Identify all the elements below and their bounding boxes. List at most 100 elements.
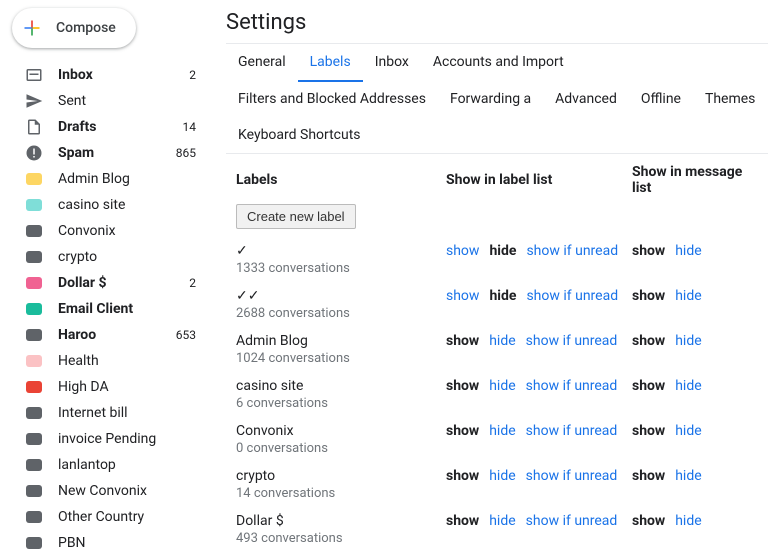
labels-panel: Labels Show in label list Show in messag…: [226, 156, 768, 551]
sidebar-label-item[interactable]: Haroo653: [8, 322, 208, 348]
tab-filters-and-blocked-addresses[interactable]: Filters and Blocked Addresses: [226, 81, 438, 117]
show-link[interactable]: show: [446, 288, 479, 321]
hide-link[interactable]: hide: [675, 423, 701, 456]
label-conversations: 1333 conversations: [236, 261, 446, 276]
hide-link[interactable]: hide: [489, 243, 516, 276]
show-link[interactable]: show: [446, 243, 479, 276]
sidebar-label-item[interactable]: Convonix: [8, 218, 208, 244]
sidebar-item-inbox[interactable]: Inbox2: [8, 62, 208, 88]
sidebar-label-item[interactable]: crypto: [8, 244, 208, 270]
hide-link[interactable]: hide: [675, 333, 701, 366]
labellist-actions: show hide show if unread: [446, 378, 632, 411]
hide-link[interactable]: hide: [489, 423, 515, 456]
show-if-unread-link[interactable]: show if unread: [526, 288, 618, 321]
tab-keyboard-shortcuts[interactable]: Keyboard Shortcuts: [226, 117, 373, 153]
sidebar-label-item[interactable]: invoice Pending: [8, 426, 208, 452]
compose-button[interactable]: Compose: [12, 8, 136, 48]
msglist-actions: show hide: [632, 513, 764, 546]
sidebar-label-item[interactable]: lanlantop: [8, 452, 208, 478]
sidebar-label-item[interactable]: High DA: [8, 374, 208, 400]
sidebar-label-item[interactable]: casino site: [8, 192, 208, 218]
show-link[interactable]: show: [632, 513, 665, 546]
show-if-unread-link[interactable]: show if unread: [526, 468, 618, 501]
label-conversations: 493 conversations: [236, 531, 446, 546]
labellist-actions: show hide show if unread: [446, 468, 632, 501]
sidebar-label-item[interactable]: Internet bill: [8, 400, 208, 426]
sidebar-label-item[interactable]: Other Country: [8, 504, 208, 530]
label-icon: [24, 351, 44, 371]
show-link[interactable]: show: [632, 468, 665, 501]
hide-link[interactable]: hide: [675, 468, 701, 501]
hide-link[interactable]: hide: [489, 333, 515, 366]
hide-link[interactable]: hide: [675, 288, 701, 321]
hide-link[interactable]: hide: [675, 378, 701, 411]
tab-offline[interactable]: Offline: [629, 81, 693, 117]
sidebar-label-item[interactable]: Dollar $ 2: [8, 270, 208, 296]
sidebar-label-item[interactable]: PBN: [8, 530, 208, 551]
tab-general[interactable]: General: [226, 44, 298, 81]
hide-link[interactable]: hide: [489, 468, 515, 501]
sidebar-item-label: New Convonix: [58, 483, 196, 499]
labels-header-row: Labels Show in label list Show in messag…: [236, 160, 764, 200]
settings-tabs: GeneralLabelsInboxAccounts and ImportFil…: [226, 43, 768, 154]
sidebar-item-sent[interactable]: Sent: [8, 88, 208, 114]
hide-link[interactable]: hide: [489, 378, 515, 411]
tab-forwarding-a[interactable]: Forwarding a: [438, 81, 543, 117]
tab-accounts-and-import[interactable]: Accounts and Import: [421, 44, 576, 81]
show-link[interactable]: show: [632, 423, 665, 456]
hide-link[interactable]: hide: [489, 288, 516, 321]
label-row: Dollar $493 conversationsshowhideshow if…: [236, 507, 764, 551]
label-name: Convonix: [236, 423, 446, 439]
drafts-icon: [24, 117, 44, 137]
sidebar-item-spam[interactable]: Spam 865: [8, 140, 208, 166]
sidebar-item-label: Dollar $: [58, 275, 183, 291]
label-cell: Convonix0 conversations: [236, 423, 446, 456]
sidebar-item-count: 865: [176, 146, 196, 160]
inbox-icon: [24, 65, 44, 85]
show-link[interactable]: show: [446, 468, 479, 501]
show-link[interactable]: show: [632, 288, 665, 321]
tab-advanced[interactable]: Advanced: [543, 81, 629, 117]
show-link[interactable]: show: [632, 378, 665, 411]
hide-link[interactable]: hide: [675, 513, 701, 546]
label-cell: casino site6 conversations: [236, 378, 446, 411]
sidebar-item-count: 2: [189, 68, 196, 82]
show-if-unread-link[interactable]: show if unread: [526, 243, 618, 276]
show-link[interactable]: show: [446, 378, 479, 411]
msglist-actions: show hide: [632, 423, 764, 456]
sidebar-label-item[interactable]: Admin Blog: [8, 166, 208, 192]
show-link[interactable]: show: [632, 333, 665, 366]
tab-themes[interactable]: Themes: [693, 81, 767, 117]
sidebar-label-item[interactable]: Health: [8, 348, 208, 374]
show-link[interactable]: show: [632, 243, 665, 276]
sidebar-item-label: PBN: [58, 535, 196, 551]
label-name: crypto: [236, 468, 446, 484]
show-if-unread-link[interactable]: show if unread: [526, 333, 618, 366]
header-labellist: Show in label list: [446, 172, 632, 188]
show-if-unread-link[interactable]: show if unread: [526, 378, 618, 411]
label-icon: [24, 169, 44, 189]
labellist-actions: show hide show if unread: [446, 243, 632, 276]
sidebar-item-label: Spam: [58, 145, 170, 161]
tab-inbox[interactable]: Inbox: [363, 44, 421, 81]
show-if-unread-link[interactable]: show if unread: [526, 513, 618, 546]
header-msglist: Show in message list: [632, 164, 764, 196]
sidebar-label-item[interactable]: New Convonix: [8, 478, 208, 504]
create-label-button[interactable]: Create new label: [236, 204, 356, 229]
show-if-unread-link[interactable]: show if unread: [526, 423, 618, 456]
label-name: casino site: [236, 378, 446, 394]
sidebar-item-drafts[interactable]: Drafts14: [8, 114, 208, 140]
show-link[interactable]: show: [446, 513, 479, 546]
labellist-actions: show hide show if unread: [446, 513, 632, 546]
label-icon: [24, 273, 44, 293]
label-row: crypto14 conversationsshowhideshow if un…: [236, 462, 764, 507]
hide-link[interactable]: hide: [489, 513, 515, 546]
sidebar-label-item[interactable]: Email Client: [8, 296, 208, 322]
label-icon: [24, 195, 44, 215]
tab-labels[interactable]: Labels: [298, 44, 363, 82]
sidebar-item-label: crypto: [58, 249, 196, 265]
show-link[interactable]: show: [446, 333, 479, 366]
hide-link[interactable]: hide: [675, 243, 701, 276]
show-link[interactable]: show: [446, 423, 479, 456]
sidebar-item-count: 2: [189, 276, 196, 290]
